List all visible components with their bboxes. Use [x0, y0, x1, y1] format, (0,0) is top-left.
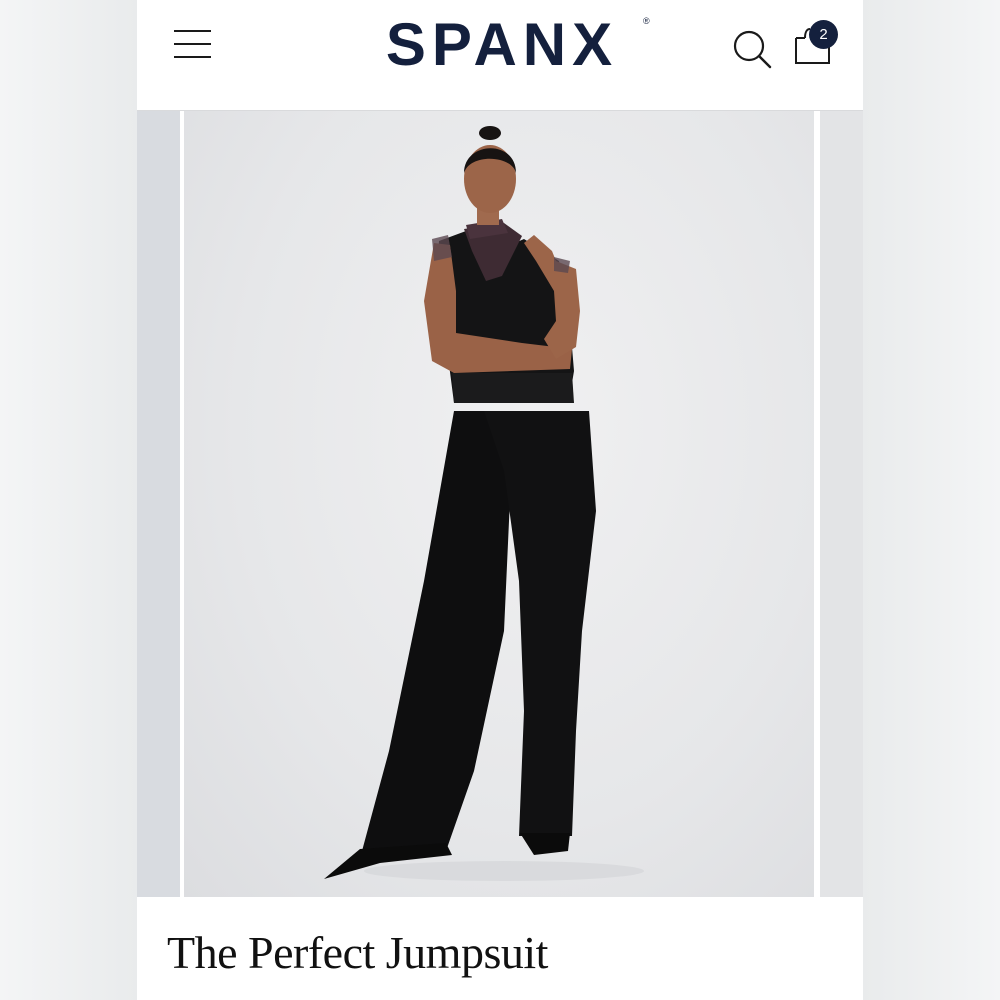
- previous-slide[interactable]: [137, 111, 180, 897]
- product-info: The Perfect Jumpsuit: [137, 898, 863, 1000]
- shopping-bag-button[interactable]: 2: [793, 20, 843, 70]
- model-wearing-jumpsuit: [324, 126, 644, 881]
- hamburger-menu-icon[interactable]: [171, 25, 215, 63]
- backdrop-left: [0, 0, 137, 1000]
- backdrop-right: [863, 0, 1000, 1000]
- site-header: SPANX ® 2: [137, 0, 863, 111]
- brand-logo[interactable]: SPANX: [347, 10, 657, 80]
- product-image[interactable]: [184, 111, 814, 897]
- registered-mark: ®: [643, 16, 650, 26]
- cart-count-badge: 2: [809, 20, 838, 49]
- mobile-page: SPANX ® 2 The Perfect Jumpsuit: [137, 0, 863, 1000]
- product-image-gallery[interactable]: [137, 111, 863, 897]
- next-slide[interactable]: [820, 111, 863, 897]
- product-title: The Perfect Jumpsuit: [167, 927, 548, 978]
- search-icon[interactable]: [731, 28, 775, 72]
